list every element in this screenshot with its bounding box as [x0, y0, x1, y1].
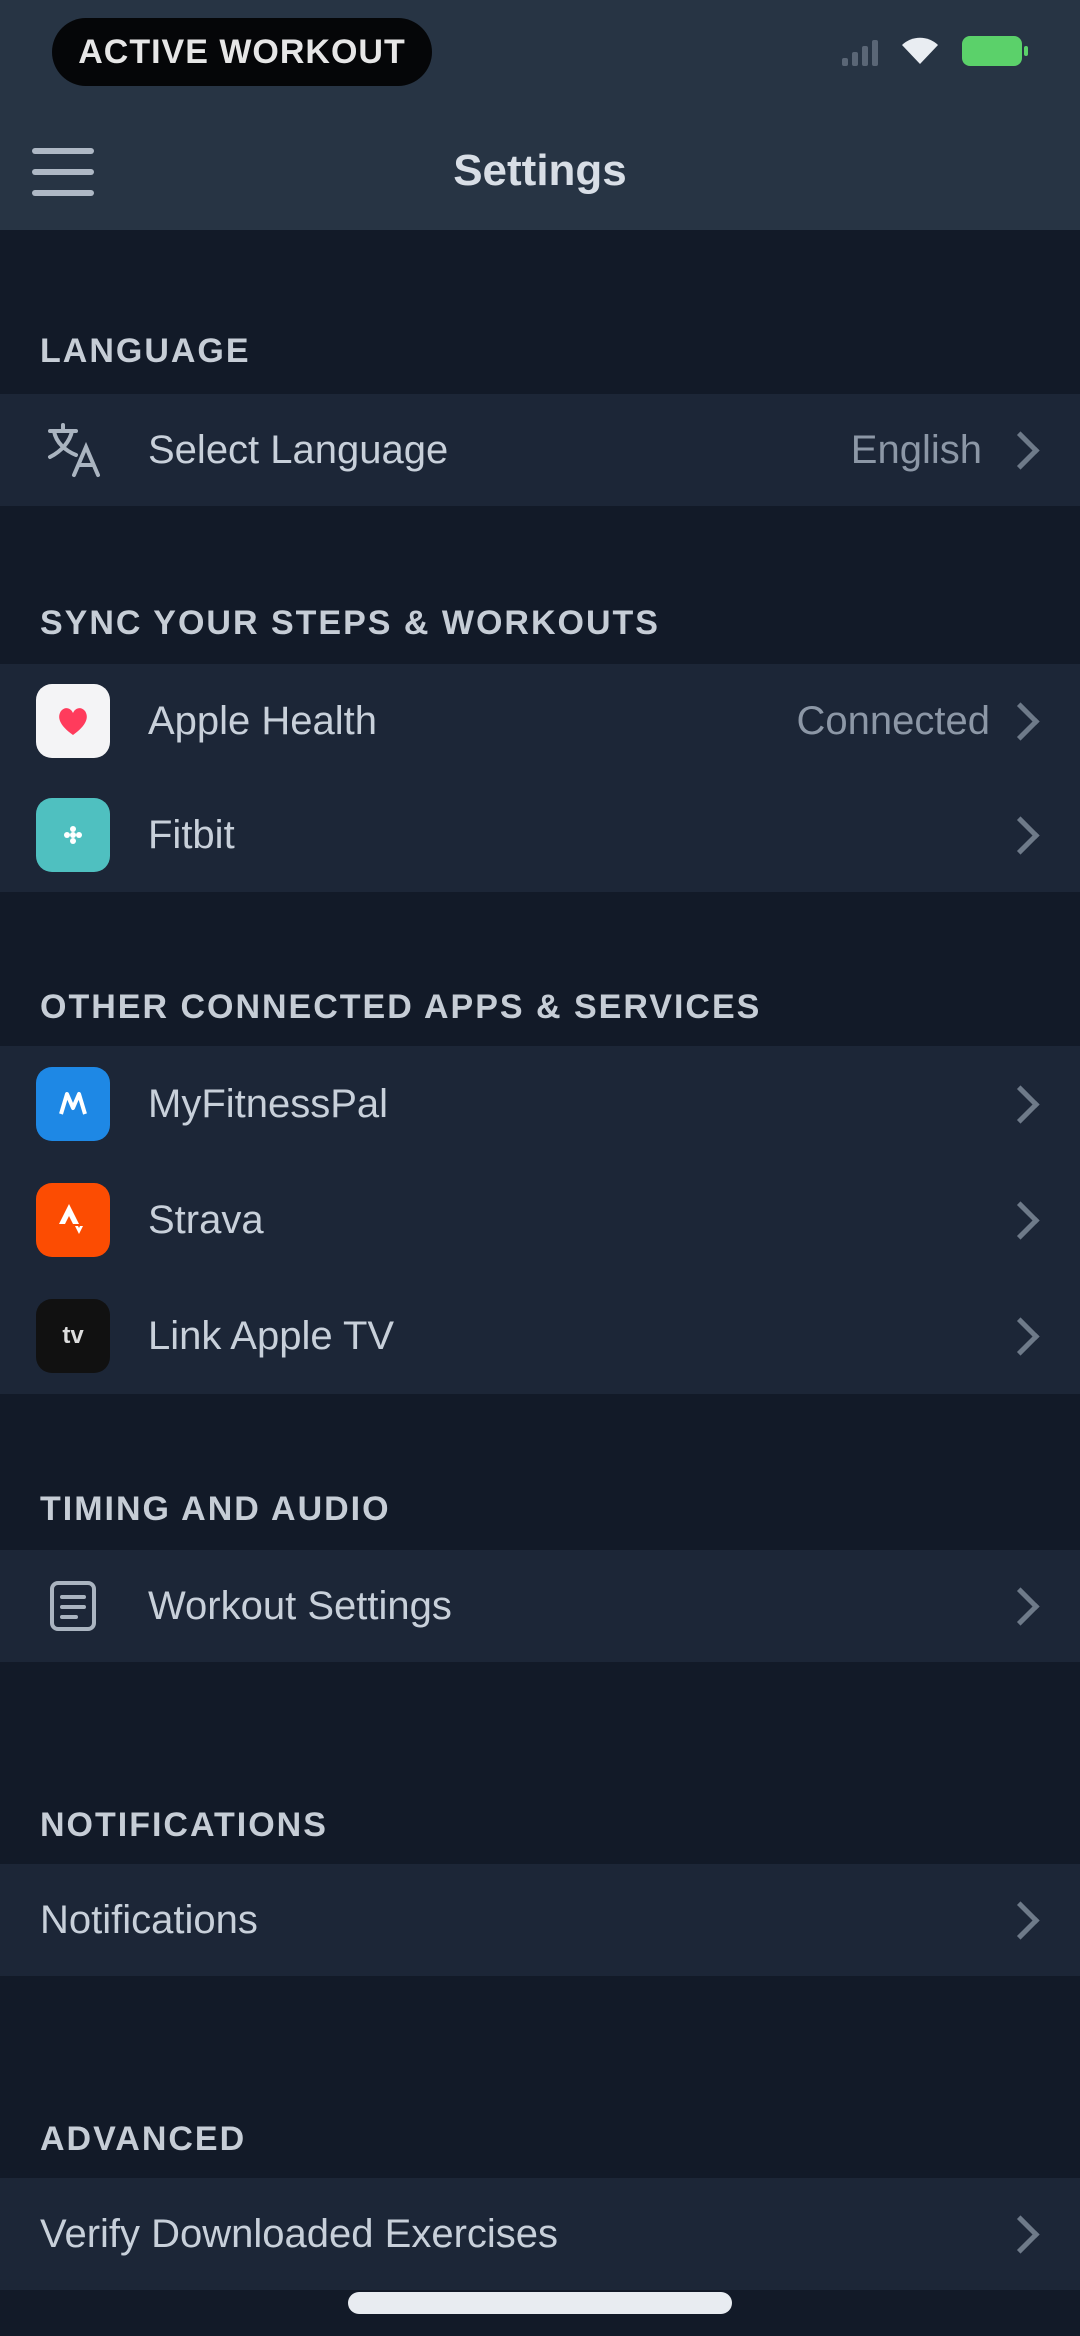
battery-icon	[962, 36, 1028, 66]
top-bar: ACTIVE WORKOUT Settings	[0, 0, 1080, 230]
row-label: Strava	[148, 1197, 264, 1242]
row-label: Workout Settings	[148, 1583, 452, 1628]
row-workout-settings[interactable]: Workout Settings	[0, 1550, 1080, 1662]
row-myfitnesspal[interactable]: MyFitnessPal	[0, 1046, 1080, 1162]
row-label: MyFitnessPal	[148, 1081, 389, 1126]
section-header-language: LANGUAGE	[40, 332, 251, 370]
chevron-right-icon	[1001, 2214, 1040, 2254]
strava-icon	[36, 1183, 110, 1257]
row-label: Link Apple TV	[148, 1313, 395, 1358]
row-label: Notifications	[40, 1897, 258, 1942]
row-apple-tv[interactable]: tv Link Apple TV	[0, 1278, 1080, 1394]
row-value: Connected	[796, 698, 990, 743]
group-advanced: Verify Downloaded Exercises	[0, 2178, 1080, 2290]
chevron-right-icon	[1001, 1316, 1040, 1356]
row-select-language[interactable]: Select Language English	[0, 394, 1080, 506]
fitbit-icon	[36, 798, 110, 872]
row-label: Fitbit	[148, 812, 235, 857]
row-fitbit[interactable]: Fitbit	[0, 778, 1080, 892]
translate-icon	[48, 423, 100, 477]
page-title: Settings	[453, 146, 627, 195]
row-apple-health[interactable]: Apple Health Connected	[0, 664, 1080, 778]
home-indicator[interactable]	[348, 2292, 732, 2314]
chevron-right-icon	[1001, 1586, 1040, 1626]
section-header-timing-audio: TIMING AND AUDIO	[40, 1490, 391, 1528]
chevron-right-icon	[1001, 1084, 1040, 1124]
wifi-icon	[902, 37, 938, 64]
section-header-connected-apps: OTHER CONNECTED APPS & SERVICES	[40, 988, 762, 1026]
group-timing-audio: Workout Settings	[0, 1550, 1080, 1662]
apple-tv-icon: tv	[36, 1299, 110, 1373]
group-language: Select Language English	[0, 394, 1080, 506]
dynamic-island-pill: ACTIVE WORKOUT	[52, 18, 432, 86]
chevron-right-icon	[1001, 430, 1040, 470]
row-verify-downloads[interactable]: Verify Downloaded Exercises	[0, 2178, 1080, 2290]
row-value: English	[850, 427, 982, 472]
signal-icon	[842, 36, 878, 66]
section-header-advanced: ADVANCED	[40, 2120, 247, 2158]
pill-text: ACTIVE WORKOUT	[78, 32, 406, 71]
row-label: Verify Downloaded Exercises	[40, 2211, 559, 2256]
section-header-notifications: NOTIFICATIONS	[40, 1806, 328, 1844]
section-header-sync: SYNC YOUR STEPS & WORKOUTS	[40, 604, 660, 642]
myfitnesspal-icon	[36, 1067, 110, 1141]
group-sync: Apple Health Connected Fitbit	[0, 664, 1080, 892]
row-strava[interactable]: Strava	[0, 1162, 1080, 1278]
workout-settings-icon	[50, 1581, 96, 1631]
apple-health-icon	[36, 684, 110, 758]
chevron-right-icon	[1001, 1900, 1040, 1940]
row-label: Select Language	[148, 427, 449, 472]
chevron-right-icon	[1001, 1200, 1040, 1240]
status-icons	[842, 36, 1028, 66]
group-connected-apps: MyFitnessPal Strava tv Link Apple TV	[0, 1046, 1080, 1394]
group-notifications: Notifications	[0, 1864, 1080, 1976]
row-label: Apple Health	[148, 698, 378, 743]
chevron-right-icon	[1001, 701, 1040, 741]
chevron-right-icon	[1001, 815, 1040, 855]
row-notifications[interactable]: Notifications	[0, 1864, 1080, 1976]
